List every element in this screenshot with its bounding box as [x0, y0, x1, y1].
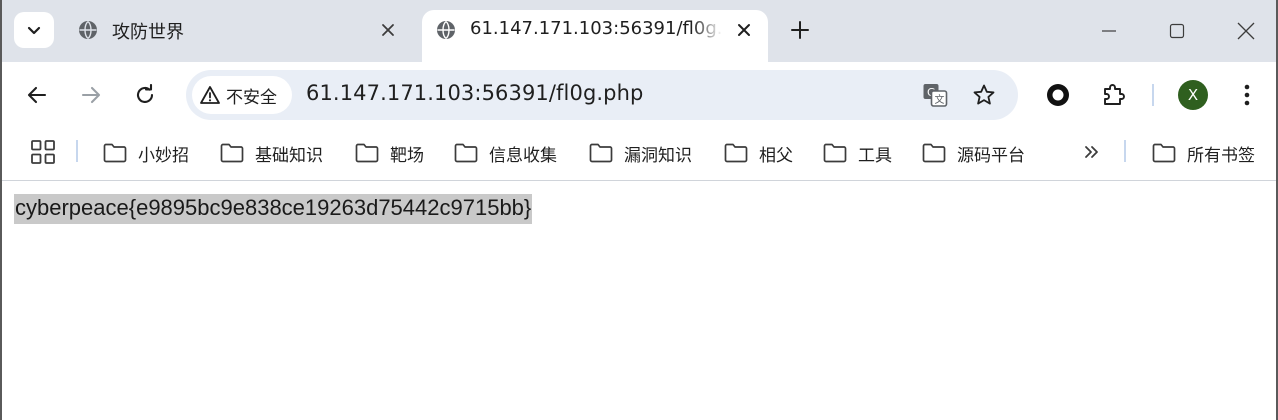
tab-fl0g[interactable]: 61.147.171.103:56391/fl0g.php [422, 10, 768, 62]
folder-icon [922, 143, 946, 163]
more-bookmarks-button[interactable] [1080, 140, 1104, 164]
folder-icon [589, 143, 613, 163]
star-icon [973, 84, 995, 105]
plus-icon [791, 21, 809, 39]
tab-title: 攻防世界 [112, 22, 184, 43]
close-window-button[interactable] [1229, 14, 1263, 48]
more-vert-icon [1244, 84, 1250, 106]
svg-text:文: 文 [935, 93, 945, 106]
folder-icon [823, 143, 847, 163]
bookmark-label: 靶场 [390, 145, 424, 166]
bookmark-label: 基础知识 [255, 145, 323, 166]
tab-close-button[interactable] [732, 18, 756, 42]
maximize-button[interactable] [1160, 14, 1194, 48]
toolbar: 不安全 61.147.171.103:56391/fl0g.php G 文 [2, 62, 1276, 128]
toolbar-separator [1152, 84, 1154, 106]
bookmark-label: 源码平台 [957, 145, 1025, 166]
folder-icon [220, 143, 244, 163]
flag-text[interactable]: cyberpeace{e9895bc9e838ce19263d75442c971… [14, 194, 533, 224]
bookmarks-separator [1124, 140, 1126, 162]
all-bookmarks-label: 所有书签 [1187, 145, 1255, 166]
bookmark-label: 小妙招 [138, 145, 189, 166]
bookmark-folder[interactable]: 漏洞知识 [589, 140, 692, 166]
chevron-double-right-icon [1085, 146, 1098, 158]
folder-icon [454, 143, 478, 163]
tab-strip: 攻防世界 61.147.171.103:56391/fl0g.php [2, 0, 1276, 62]
bookmark-label: 漏洞知识 [624, 145, 692, 166]
folder-icon [724, 143, 748, 163]
reload-button[interactable] [128, 78, 162, 112]
bookmark-label: 工具 [858, 145, 892, 166]
forward-button[interactable] [74, 78, 108, 112]
page-content: cyberpeace{e9895bc9e838ce19263d75442c971… [2, 182, 1276, 420]
close-icon [738, 24, 750, 36]
bookmark-folder[interactable]: 源码平台 [922, 140, 1025, 166]
warning-icon [200, 86, 220, 104]
minimize-icon [1102, 30, 1116, 32]
extension-button[interactable] [1041, 78, 1075, 112]
bookmark-folder[interactable]: 小妙招 [103, 140, 189, 166]
bookmark-folder[interactable]: 相父 [724, 140, 793, 166]
globe-icon [437, 20, 455, 40]
close-icon [1237, 22, 1255, 40]
reload-icon [137, 84, 154, 103]
bookmark-folder[interactable]: 基础知识 [220, 140, 323, 166]
url-text[interactable]: 61.147.171.103:56391/fl0g.php [306, 81, 643, 105]
folder-icon [103, 143, 127, 163]
extensions-menu-button[interactable] [1097, 78, 1131, 112]
bookmarks-bar: 小妙招 基础知识 靶场 信息收集 漏洞知识 相父 工具 源码平台 所有书签 [2, 128, 1276, 181]
bookmark-label: 信息收集 [489, 145, 557, 166]
all-bookmarks-button[interactable]: 所有书签 [1152, 140, 1255, 166]
apps-grid-icon[interactable] [30, 139, 56, 165]
browser-window: 攻防世界 61.147.171.103:56391/fl0g.php [0, 0, 1278, 420]
address-bar[interactable]: 不安全 61.147.171.103:56391/fl0g.php G 文 [186, 70, 1018, 120]
profile-avatar[interactable]: X [1178, 80, 1208, 110]
back-button[interactable] [20, 78, 54, 112]
extension-circle-icon [1047, 84, 1069, 106]
tab-close-button[interactable] [376, 18, 400, 42]
maximize-icon [1169, 23, 1185, 39]
minimize-button[interactable] [1092, 14, 1126, 48]
tab-gongfang[interactable]: 攻防世界 [64, 10, 414, 62]
bookmark-folder[interactable]: 工具 [823, 140, 892, 166]
bookmark-label: 相父 [759, 145, 793, 166]
puzzle-icon [1104, 84, 1125, 105]
bookmark-star-button[interactable] [969, 80, 999, 110]
bookmark-folder[interactable]: 信息收集 [454, 140, 557, 166]
close-icon [382, 24, 394, 36]
folder-icon [355, 143, 379, 163]
security-chip[interactable]: 不安全 [192, 76, 292, 114]
folder-icon [1152, 143, 1176, 163]
more-menu-button[interactable] [1230, 78, 1264, 112]
bookmarks-separator [76, 140, 78, 162]
tab-search-button[interactable] [14, 12, 54, 48]
translate-button[interactable]: G 文 [920, 80, 950, 110]
globe-icon [79, 20, 97, 40]
tab-search-icon [27, 26, 41, 35]
back-icon [27, 86, 47, 104]
translate-icon: G 文 [923, 84, 948, 107]
forward-icon [81, 86, 101, 104]
new-tab-button[interactable] [786, 16, 814, 44]
bookmark-folder[interactable]: 靶场 [355, 140, 424, 166]
security-label: 不安全 [226, 87, 277, 108]
tab-title: 61.147.171.103:56391/fl0g.php [470, 18, 722, 39]
